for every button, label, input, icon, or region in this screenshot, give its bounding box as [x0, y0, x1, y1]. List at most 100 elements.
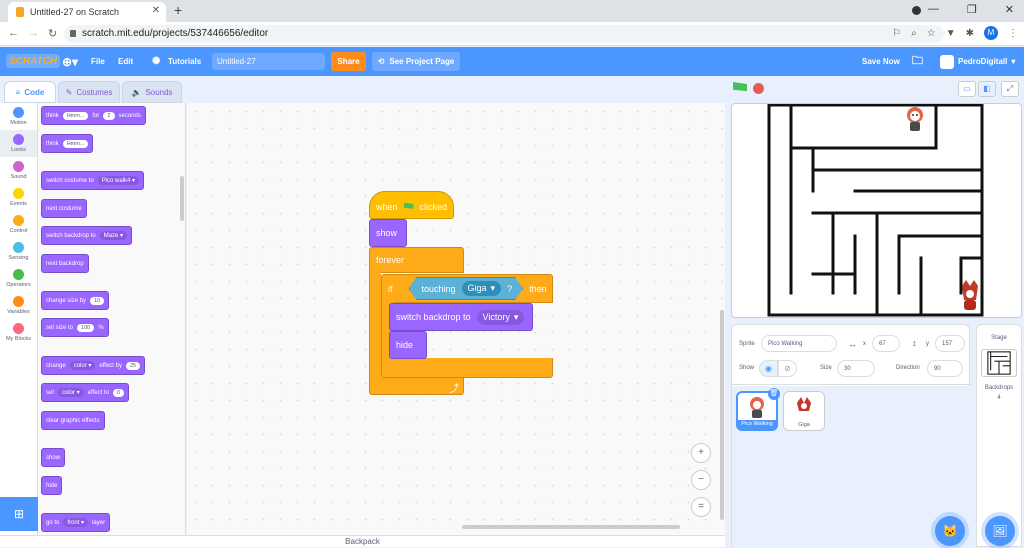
- palette-go-to-layer-block[interactable]: go to front ▾ layer: [41, 513, 111, 532]
- new-tab-icon[interactable]: +: [174, 2, 182, 18]
- edit-menu[interactable]: Edit: [118, 47, 133, 76]
- hide-sprite-eye-icon[interactable]: ⊘: [778, 360, 797, 377]
- category-control[interactable]: Control: [0, 211, 37, 238]
- category-variables[interactable]: Variables: [0, 292, 37, 319]
- see-project-page-button[interactable]: ⟲ See Project Page: [372, 52, 460, 71]
- effect-dropdown[interactable]: color ▾: [58, 388, 84, 397]
- show-sprite-eye-icon[interactable]: ◉: [759, 360, 778, 377]
- fullscreen-icon[interactable]: ⤢: [1001, 81, 1019, 97]
- extension-vpn-icon[interactable]: ▼: [946, 28, 956, 39]
- tab-costumes[interactable]: ✎ Costumes: [58, 81, 120, 103]
- backdrop-dropdown[interactable]: Maze ▾: [99, 231, 128, 240]
- palette-set-effect-block[interactable]: set color ▾ effect to 0: [41, 383, 130, 402]
- block-input[interactable]: Hmm...: [62, 139, 89, 148]
- back-icon[interactable]: ←: [8, 27, 19, 39]
- forever-block[interactable]: forever: [369, 247, 464, 273]
- save-now-button[interactable]: Save Now: [862, 47, 900, 76]
- palette-scrollbar[interactable]: [180, 176, 184, 221]
- y-position-input[interactable]: 157: [935, 335, 965, 352]
- normal-stage-icon[interactable]: ◧: [978, 81, 996, 97]
- category-operators[interactable]: Operators: [0, 265, 37, 292]
- sprite-tile-giga[interactable]: Giga: [783, 391, 825, 431]
- forward-icon[interactable]: →: [28, 27, 39, 39]
- palette-think-block[interactable]: think Hmm...: [41, 134, 94, 153]
- touching-sensing-block[interactable]: touching Giga ▾ ?: [409, 277, 524, 300]
- effect-dropdown[interactable]: color ▾: [69, 361, 96, 370]
- palette-change-effect-block[interactable]: change color ▾ effect by 25: [41, 356, 146, 375]
- show-block[interactable]: show: [369, 219, 407, 247]
- project-title-input[interactable]: Untitled-27: [212, 53, 325, 70]
- palette-change-size-block[interactable]: change size by 10: [41, 291, 110, 310]
- translate-icon[interactable]: ⚐: [892, 28, 901, 39]
- browser-tab[interactable]: Untitled-27 on Scratch ✕: [8, 2, 166, 22]
- block-input[interactable]: 100: [77, 323, 95, 332]
- green-flag-button[interactable]: [733, 82, 747, 92]
- add-extension-button[interactable]: ⊞: [0, 497, 38, 531]
- minimize-icon[interactable]: —: [928, 3, 939, 16]
- palette-switch-backdrop-block[interactable]: switch backdrop to Maze ▾: [41, 226, 133, 245]
- close-window-icon[interactable]: ✕: [1005, 3, 1014, 16]
- category-events[interactable]: Events: [0, 184, 37, 211]
- x-position-input[interactable]: 67: [872, 335, 900, 352]
- delete-sprite-icon[interactable]: 🗑: [768, 388, 780, 400]
- reload-icon[interactable]: ↻: [48, 27, 57, 40]
- size-input[interactable]: 30: [837, 360, 875, 377]
- workspace-vertical-scrollbar[interactable]: [720, 310, 724, 520]
- backdrop-dropdown[interactable]: Victory ▾: [476, 309, 525, 325]
- workspace-horizontal-scrollbar[interactable]: [462, 525, 680, 529]
- stop-button[interactable]: [753, 83, 764, 94]
- block-input[interactable]: 10: [90, 296, 105, 305]
- direction-input[interactable]: 90: [927, 360, 963, 377]
- browser-menu-icon[interactable]: ⋮: [1008, 28, 1018, 39]
- block-input[interactable]: 0: [112, 388, 125, 397]
- sprite-tile-pico-walking[interactable]: 🗑 Pico Walking: [736, 388, 780, 431]
- zoom-in-button[interactable]: +: [691, 443, 711, 463]
- category-sound[interactable]: Sound: [0, 157, 37, 184]
- tab-code[interactable]: ≡ Code: [4, 81, 56, 103]
- account-menu[interactable]: PedroDigitall ▾: [940, 47, 1015, 76]
- block-input[interactable]: 2: [103, 111, 115, 120]
- palette-clear-effects-block[interactable]: clear graphic effects: [41, 411, 105, 430]
- profile-dot-icon[interactable]: [912, 6, 921, 15]
- stage-canvas[interactable]: [731, 103, 1022, 318]
- scratch-logo[interactable]: SCRATCH: [6, 54, 61, 68]
- zoom-reset-button[interactable]: =: [691, 497, 711, 517]
- choose-sprite-button[interactable]: 🐱: [935, 516, 965, 546]
- touching-target-dropdown[interactable]: Giga ▾: [462, 281, 502, 296]
- url-input[interactable]: scratch.mit.edu/projects/537446656/edito…: [64, 25, 944, 43]
- palette-show-block[interactable]: show: [41, 448, 66, 467]
- category-motion[interactable]: Motion: [0, 103, 37, 130]
- tab-sounds[interactable]: 🔈 Sounds: [122, 81, 182, 103]
- if-then-block[interactable]: if touching Giga ▾ ? then: [381, 274, 553, 303]
- choose-backdrop-button[interactable]: 🖼: [985, 516, 1015, 546]
- sprite-name-input[interactable]: Pico Walking: [761, 335, 837, 352]
- extensions-puzzle-icon[interactable]: ✱: [966, 28, 974, 39]
- category-sensing[interactable]: Sensing: [0, 238, 37, 265]
- switch-backdrop-block[interactable]: switch backdrop to Victory ▾: [389, 303, 533, 331]
- profile-avatar[interactable]: M: [984, 26, 998, 40]
- code-workspace[interactable]: when clicked show forever ⤴ if touching …: [187, 103, 899, 535]
- backpack-bar[interactable]: Backpack: [0, 535, 725, 547]
- block-input[interactable]: 25: [125, 361, 141, 370]
- share-button[interactable]: Share: [331, 52, 366, 71]
- tutorials-icon[interactable]: ✺: [152, 47, 160, 76]
- zoom-icon[interactable]: ⌕: [911, 28, 917, 39]
- costume-dropdown[interactable]: Pico walk4 ▾: [97, 176, 140, 185]
- palette-next-backdrop-block[interactable]: next backdrop: [41, 254, 89, 273]
- palette-think-for-block[interactable]: think Hmm... for 2 seconds: [41, 106, 146, 125]
- palette-switch-costume-block[interactable]: switch costume to Pico walk4 ▾: [41, 171, 145, 190]
- layer-dropdown[interactable]: front ▾: [63, 518, 89, 527]
- category-looks[interactable]: Looks: [0, 130, 37, 157]
- zoom-out-button[interactable]: −: [691, 470, 711, 490]
- when-flag-clicked-block[interactable]: when clicked: [369, 191, 454, 219]
- palette-set-size-block[interactable]: set size to 100%: [41, 318, 109, 337]
- language-globe-icon[interactable]: ⊕▾: [62, 47, 78, 76]
- stage-selector[interactable]: Stage Backdrops 4 🖼: [976, 324, 1022, 547]
- palette-next-costume-block[interactable]: next costume: [41, 199, 87, 218]
- bookmark-star-icon[interactable]: ☆: [927, 28, 936, 39]
- hide-block[interactable]: hide: [389, 331, 427, 359]
- palette-hide-block[interactable]: hide: [41, 476, 63, 495]
- block-input[interactable]: Hmm...: [62, 111, 89, 120]
- maximize-icon[interactable]: ❐: [967, 3, 977, 16]
- my-stuff-folder-icon[interactable]: 🗀: [912, 47, 923, 76]
